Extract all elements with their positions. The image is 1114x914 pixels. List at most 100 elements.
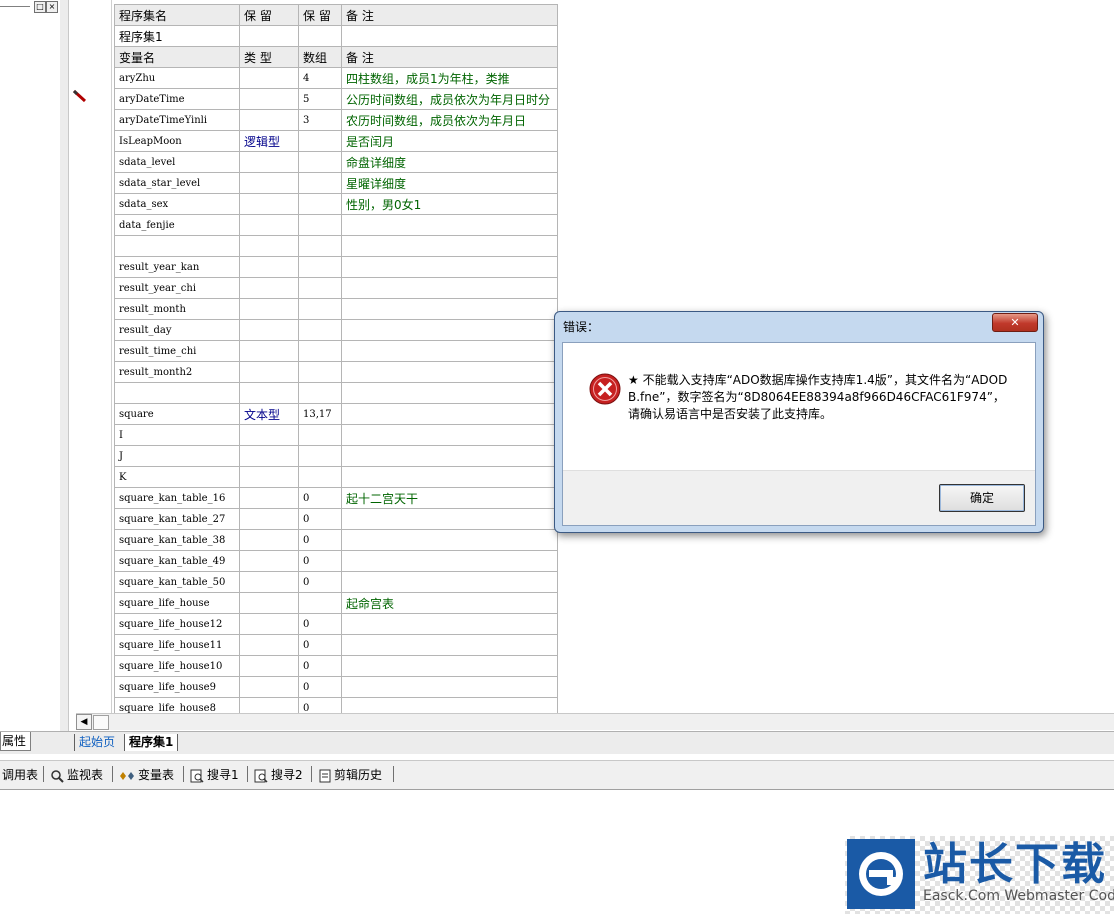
- splitter[interactable]: [60, 0, 69, 733]
- variable-type-cell[interactable]: [239, 319, 299, 341]
- variable-name-cell[interactable]: square_kan_table_49: [114, 550, 240, 572]
- variable-name-cell[interactable]: square_kan_table_16: [114, 487, 240, 509]
- variable-type-cell[interactable]: [239, 676, 299, 698]
- variable-type-cell[interactable]: [239, 634, 299, 656]
- table-row[interactable]: result_year_kan: [114, 256, 558, 278]
- call-table-button[interactable]: 调用表: [2, 766, 38, 784]
- variable-type-cell[interactable]: [239, 550, 299, 572]
- table-row[interactable]: sdata_sex 性别，男0女1: [114, 193, 558, 215]
- variable-type-cell[interactable]: [239, 109, 299, 131]
- table-cell[interactable]: [341, 25, 558, 47]
- variable-note-cell[interactable]: [341, 445, 558, 467]
- variable-note-cell[interactable]: [341, 256, 558, 278]
- table-row[interactable]: result_month: [114, 298, 558, 320]
- table-row[interactable]: J: [114, 445, 558, 467]
- variable-array-cell[interactable]: [298, 172, 342, 194]
- variable-name-cell[interactable]: sdata_sex: [114, 193, 240, 215]
- variable-name-cell[interactable]: square_life_house9: [114, 676, 240, 698]
- variable-note-cell[interactable]: [341, 466, 558, 488]
- clipboard-history-button[interactable]: 剪辑历史: [319, 766, 382, 784]
- variable-note-cell[interactable]: [341, 319, 558, 341]
- variable-type-cell[interactable]: [239, 172, 299, 194]
- variable-note-cell[interactable]: 命盘详细度: [341, 151, 558, 173]
- variable-note-cell[interactable]: [341, 508, 558, 530]
- table-row[interactable]: [114, 382, 558, 404]
- table-row[interactable]: aryZhu 4 四柱数组，成员1为年柱，类推: [114, 67, 558, 89]
- variable-array-cell[interactable]: [298, 235, 342, 257]
- variable-name-cell[interactable]: square_life_house12: [114, 613, 240, 635]
- variable-note-cell[interactable]: [341, 361, 558, 383]
- table-row[interactable]: sdata_star_level 星曜详细度: [114, 172, 558, 194]
- table-row[interactable]: aryDateTimeYinli 3 农历时间数组，成员依次为年月日: [114, 109, 558, 131]
- variable-type-cell[interactable]: [239, 277, 299, 299]
- variable-name-cell[interactable]: data_fenjie: [114, 214, 240, 236]
- variable-array-cell[interactable]: 0: [298, 634, 342, 656]
- variable-note-cell[interactable]: [341, 403, 558, 425]
- variable-name-cell[interactable]: result_time_chi: [114, 340, 240, 362]
- variable-note-cell[interactable]: [341, 613, 558, 635]
- variable-note-cell[interactable]: [341, 676, 558, 698]
- table-row[interactable]: square_life_house11 0: [114, 634, 558, 656]
- variable-name-cell[interactable]: result_year_kan: [114, 256, 240, 278]
- variable-array-cell[interactable]: [298, 361, 342, 383]
- variable-array-cell[interactable]: 0: [298, 655, 342, 677]
- variable-type-cell[interactable]: [239, 298, 299, 320]
- table-row[interactable]: aryDateTime 5 公历时间数组，成员依次为年月日时分: [114, 88, 558, 110]
- variable-array-cell[interactable]: [298, 277, 342, 299]
- variable-name-cell[interactable]: sdata_star_level: [114, 172, 240, 194]
- table-cell[interactable]: [298, 25, 342, 47]
- search1-button[interactable]: 搜寻1: [190, 766, 239, 784]
- variable-note-cell[interactable]: 农历时间数组，成员依次为年月日: [341, 109, 558, 131]
- variable-note-cell[interactable]: [341, 571, 558, 593]
- variable-type-cell[interactable]: [239, 235, 299, 257]
- variable-array-cell[interactable]: [298, 466, 342, 488]
- variable-note-cell[interactable]: [341, 298, 558, 320]
- table-row[interactable]: square_life_house10 0: [114, 655, 558, 677]
- variable-array-cell[interactable]: [298, 151, 342, 173]
- variable-type-cell[interactable]: 逻辑型: [239, 130, 299, 152]
- table-row[interactable]: IsLeapMoon 逻辑型 是否闰月: [114, 130, 558, 152]
- variable-array-cell[interactable]: [298, 340, 342, 362]
- variable-type-cell[interactable]: [239, 67, 299, 89]
- variable-name-cell[interactable]: [114, 382, 240, 404]
- variable-name-cell[interactable]: result_year_chi: [114, 277, 240, 299]
- variable-name-cell[interactable]: aryDateTimeYinli: [114, 109, 240, 131]
- variable-type-cell[interactable]: [239, 466, 299, 488]
- variable-type-cell[interactable]: [239, 487, 299, 509]
- variable-type-cell[interactable]: 文本型: [239, 403, 299, 425]
- variable-name-cell[interactable]: aryZhu: [114, 67, 240, 89]
- variable-name-cell[interactable]: J: [114, 445, 240, 467]
- table-cell[interactable]: [239, 25, 299, 47]
- assembly-row[interactable]: 程序集1: [114, 25, 558, 47]
- variable-name-cell[interactable]: square: [114, 403, 240, 425]
- variable-array-cell[interactable]: 0: [298, 508, 342, 530]
- variable-name-cell[interactable]: square_kan_table_50: [114, 571, 240, 593]
- variable-array-cell[interactable]: [298, 382, 342, 404]
- tab-start-page[interactable]: 起始页: [74, 734, 119, 751]
- variable-name-cell[interactable]: result_month: [114, 298, 240, 320]
- scrollbar-thumb[interactable]: [93, 715, 109, 730]
- variable-name-cell[interactable]: I: [114, 424, 240, 446]
- variable-type-cell[interactable]: [239, 571, 299, 593]
- variable-type-cell[interactable]: [239, 151, 299, 173]
- table-row[interactable]: result_month2: [114, 361, 558, 383]
- variable-type-cell[interactable]: [239, 382, 299, 404]
- variable-note-cell[interactable]: 起命宫表: [341, 592, 558, 614]
- variable-array-cell[interactable]: [298, 214, 342, 236]
- variable-name-cell[interactable]: result_day: [114, 319, 240, 341]
- variable-array-cell[interactable]: 0: [298, 529, 342, 551]
- variable-array-cell[interactable]: [298, 256, 342, 278]
- table-row[interactable]: result_year_chi: [114, 277, 558, 299]
- variable-name-cell[interactable]: result_month2: [114, 361, 240, 383]
- variable-note-cell[interactable]: 是否闰月: [341, 130, 558, 152]
- variable-type-cell[interactable]: [239, 592, 299, 614]
- table-row[interactable]: [114, 235, 558, 257]
- variable-type-cell[interactable]: [239, 193, 299, 215]
- table-row[interactable]: square_kan_table_38 0: [114, 529, 558, 551]
- variable-note-cell[interactable]: [341, 655, 558, 677]
- variable-type-cell[interactable]: [239, 655, 299, 677]
- variable-array-cell[interactable]: 0: [298, 487, 342, 509]
- restore-button[interactable]: □: [34, 1, 46, 13]
- variable-type-cell[interactable]: [239, 88, 299, 110]
- variable-name-cell[interactable]: sdata_level: [114, 151, 240, 173]
